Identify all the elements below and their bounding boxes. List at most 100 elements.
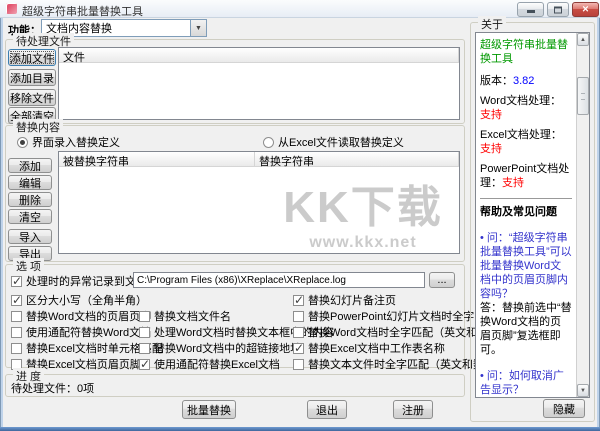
checkbox-label: 替换Excel文档中工作表名称 <box>308 343 445 355</box>
minimize-icon <box>526 10 535 13</box>
checkbox-ppt-whole-word[interactable]: 替换PowerPoint幻灯片文档时全字匹配 <box>293 308 496 324</box>
checkbox-label: 替换Word文档的页眉页脚 <box>26 311 152 323</box>
checkbox-icon <box>11 310 22 322</box>
target-string-column-header[interactable]: 替换字符串 <box>255 152 459 168</box>
version-label: 版本： <box>480 75 513 87</box>
clear-rules-button[interactable]: 清空 <box>8 209 52 224</box>
ppt-support-line: PowerPoint文档处理：支持 <box>480 162 572 190</box>
add-rule-button[interactable]: 添加 <box>8 158 52 173</box>
app-window: 超级字符串批量替换工具 × 功能： 文档内容替换 ▼ 待处理文件 添加文件 添加… <box>0 0 600 431</box>
radio-icon <box>263 136 274 148</box>
checkbox-replace-filename[interactable]: 替换文档文件名 <box>139 308 231 324</box>
checkbox-excel-sheet-name[interactable]: 替换Excel文档中工作表名称 <box>293 340 445 356</box>
checkbox-word-header-footer[interactable]: 替换Word文档的页眉页脚 <box>11 308 151 324</box>
about-scrollbar[interactable]: ▲ ▼ <box>576 33 589 397</box>
checkbox-excel-wildcard[interactable]: 使用通配符替换Excel文档 <box>139 356 280 372</box>
checkbox-icon <box>139 326 150 338</box>
batch-replace-button[interactable]: 批量替换 <box>182 400 236 419</box>
checkbox-word-hyperlink[interactable]: 替换Word文档中的超链接地址 <box>139 340 301 356</box>
ppt-support-value: 支持 <box>502 177 524 189</box>
source-string-column-header[interactable]: 被替换字符串 <box>59 152 255 168</box>
replace-rule-list-header: 被替换字符串 替换字符串 <box>59 152 459 168</box>
hide-button[interactable]: 隐藏 <box>543 399 585 418</box>
scroll-up-icon[interactable]: ▲ <box>577 33 589 46</box>
checkbox-icon <box>293 358 304 370</box>
about-version-line: 版本：3.82 <box>480 74 572 88</box>
excel-support-label: Excel文档处理： <box>480 129 562 141</box>
delete-rule-button[interactable]: 删除 <box>8 192 52 207</box>
window-title: 超级字符串批量替换工具 <box>22 6 143 18</box>
radio-ui-define[interactable]: 界面录入替换定义 <box>17 134 120 150</box>
checkbox-icon <box>11 326 22 338</box>
maximize-button[interactable] <box>547 2 569 17</box>
checkbox-icon <box>139 357 150 371</box>
checkbox-icon <box>139 310 150 322</box>
pending-file-list-header: 文件 <box>59 48 459 64</box>
close-button[interactable]: × <box>572 2 599 17</box>
client-area: 功能： 文档内容替换 ▼ 待处理文件 添加文件 添加目录 移除文件 全部清空 文… <box>3 16 597 427</box>
checkbox-icon <box>139 342 150 354</box>
about-group-label: 关于 <box>478 16 506 32</box>
faq-question: 问：如何取消广告显示？ <box>480 369 572 397</box>
minimize-button[interactable] <box>517 2 544 17</box>
checkbox-label: 使用通配符替换Word文档 <box>26 327 152 339</box>
help-title: 帮助及常见问题 <box>480 206 557 218</box>
remove-file-button[interactable]: 移除文件 <box>8 89 56 106</box>
radio-excel-define-label: 从Excel文件读取替换定义 <box>278 137 404 149</box>
word-support-line: Word文档处理： 支持 <box>480 94 572 122</box>
radio-icon <box>17 136 28 148</box>
faq-item: 问：“超级字符串批量替换工具”可以批量替换Word文档中的页眉页脚内容吗？ 答：… <box>480 231 572 357</box>
app-icon <box>6 3 17 14</box>
close-icon: × <box>582 3 589 15</box>
about-divider <box>480 198 572 199</box>
scrollbar-thumb[interactable] <box>577 77 589 115</box>
checkbox-label: 替换PowerPoint幻灯片文档时全字匹配 <box>308 311 497 323</box>
excel-support-line: Excel文档处理： 支持 <box>480 128 572 156</box>
chevron-down-icon[interactable]: ▼ <box>190 20 206 36</box>
checkbox-label: 使用通配符替换Excel文档 <box>154 359 280 371</box>
radio-ui-define-label: 界面录入替换定义 <box>32 137 120 149</box>
checkbox-label: 替换文档文件名 <box>154 311 231 323</box>
pending-file-list[interactable]: 文件 <box>58 47 460 120</box>
add-file-button[interactable]: 添加文件 <box>8 49 56 66</box>
faq-question: 问：“超级字符串批量替换工具”可以批量替换Word文档中的页眉页脚内容吗？ <box>480 231 572 301</box>
checkbox-icon <box>293 310 304 322</box>
about-app-name: 超级字符串批量替换工具 <box>480 39 568 65</box>
title-bar[interactable]: 超级字符串批量替换工具 × <box>0 0 600 18</box>
import-rules-button[interactable]: 导入 <box>8 229 52 244</box>
exit-button[interactable]: 退出 <box>307 400 347 419</box>
checkbox-icon <box>293 341 304 355</box>
excel-support-value: 支持 <box>480 143 502 155</box>
browse-log-button[interactable]: ... <box>429 272 455 288</box>
checkbox-word-wildcard[interactable]: 使用通配符替换Word文档 <box>11 324 151 340</box>
faq-item: 问：如何取消广告显示？ 答：注册后的正式版将不会出现下面的广告显示。 <box>480 369 572 397</box>
progress-status: 待处理文件：0项 <box>11 383 95 395</box>
replace-rule-list[interactable]: 被替换字符串 替换字符串 <box>58 151 460 254</box>
scroll-down-icon[interactable]: ▼ <box>577 384 589 397</box>
checkbox-label: 区分大小写（全角半角） <box>26 295 147 307</box>
about-panel[interactable]: 超级字符串批量替换工具 版本：3.82 Word文档处理： 支持 Excel文档处… <box>475 32 590 398</box>
checkbox-slide-notes[interactable]: 替换幻灯片备注页 <box>293 292 396 308</box>
word-support-label: Word文档处理： <box>480 95 562 107</box>
options-group-label: 选 项 <box>13 258 45 274</box>
checkbox-icon <box>11 293 22 307</box>
checkbox-icon <box>11 274 22 288</box>
faq-answer: 答：替换前选中“替换Word文档的页眉页脚”复选框即可。 <box>480 302 572 356</box>
about-content: 超级字符串批量替换工具 版本：3.82 Word文档处理： 支持 Excel文档处… <box>476 33 576 397</box>
maximize-icon <box>554 6 562 13</box>
file-column-header[interactable]: 文件 <box>59 48 459 64</box>
checkbox-icon <box>293 326 304 338</box>
register-button[interactable]: 注册 <box>393 400 433 419</box>
checkbox-label: 替换Word文档中的超链接地址 <box>154 343 302 355</box>
log-path-input[interactable] <box>133 272 425 288</box>
version-value: 3.82 <box>513 75 535 87</box>
word-support-value: 支持 <box>480 109 502 121</box>
checkbox-icon <box>293 293 304 307</box>
replace-content-group-label: 替换内容 <box>13 119 63 135</box>
edit-rule-button[interactable]: 编辑 <box>8 175 52 190</box>
ppt-support-label: PowerPoint文档处理： <box>480 163 570 189</box>
add-directory-button[interactable]: 添加目录 <box>8 69 56 86</box>
radio-excel-define[interactable]: 从Excel文件读取替换定义 <box>263 134 404 150</box>
checkbox-case-sensitive[interactable]: 区分大小写（全角半角） <box>11 292 147 308</box>
checkbox-icon <box>11 342 22 354</box>
